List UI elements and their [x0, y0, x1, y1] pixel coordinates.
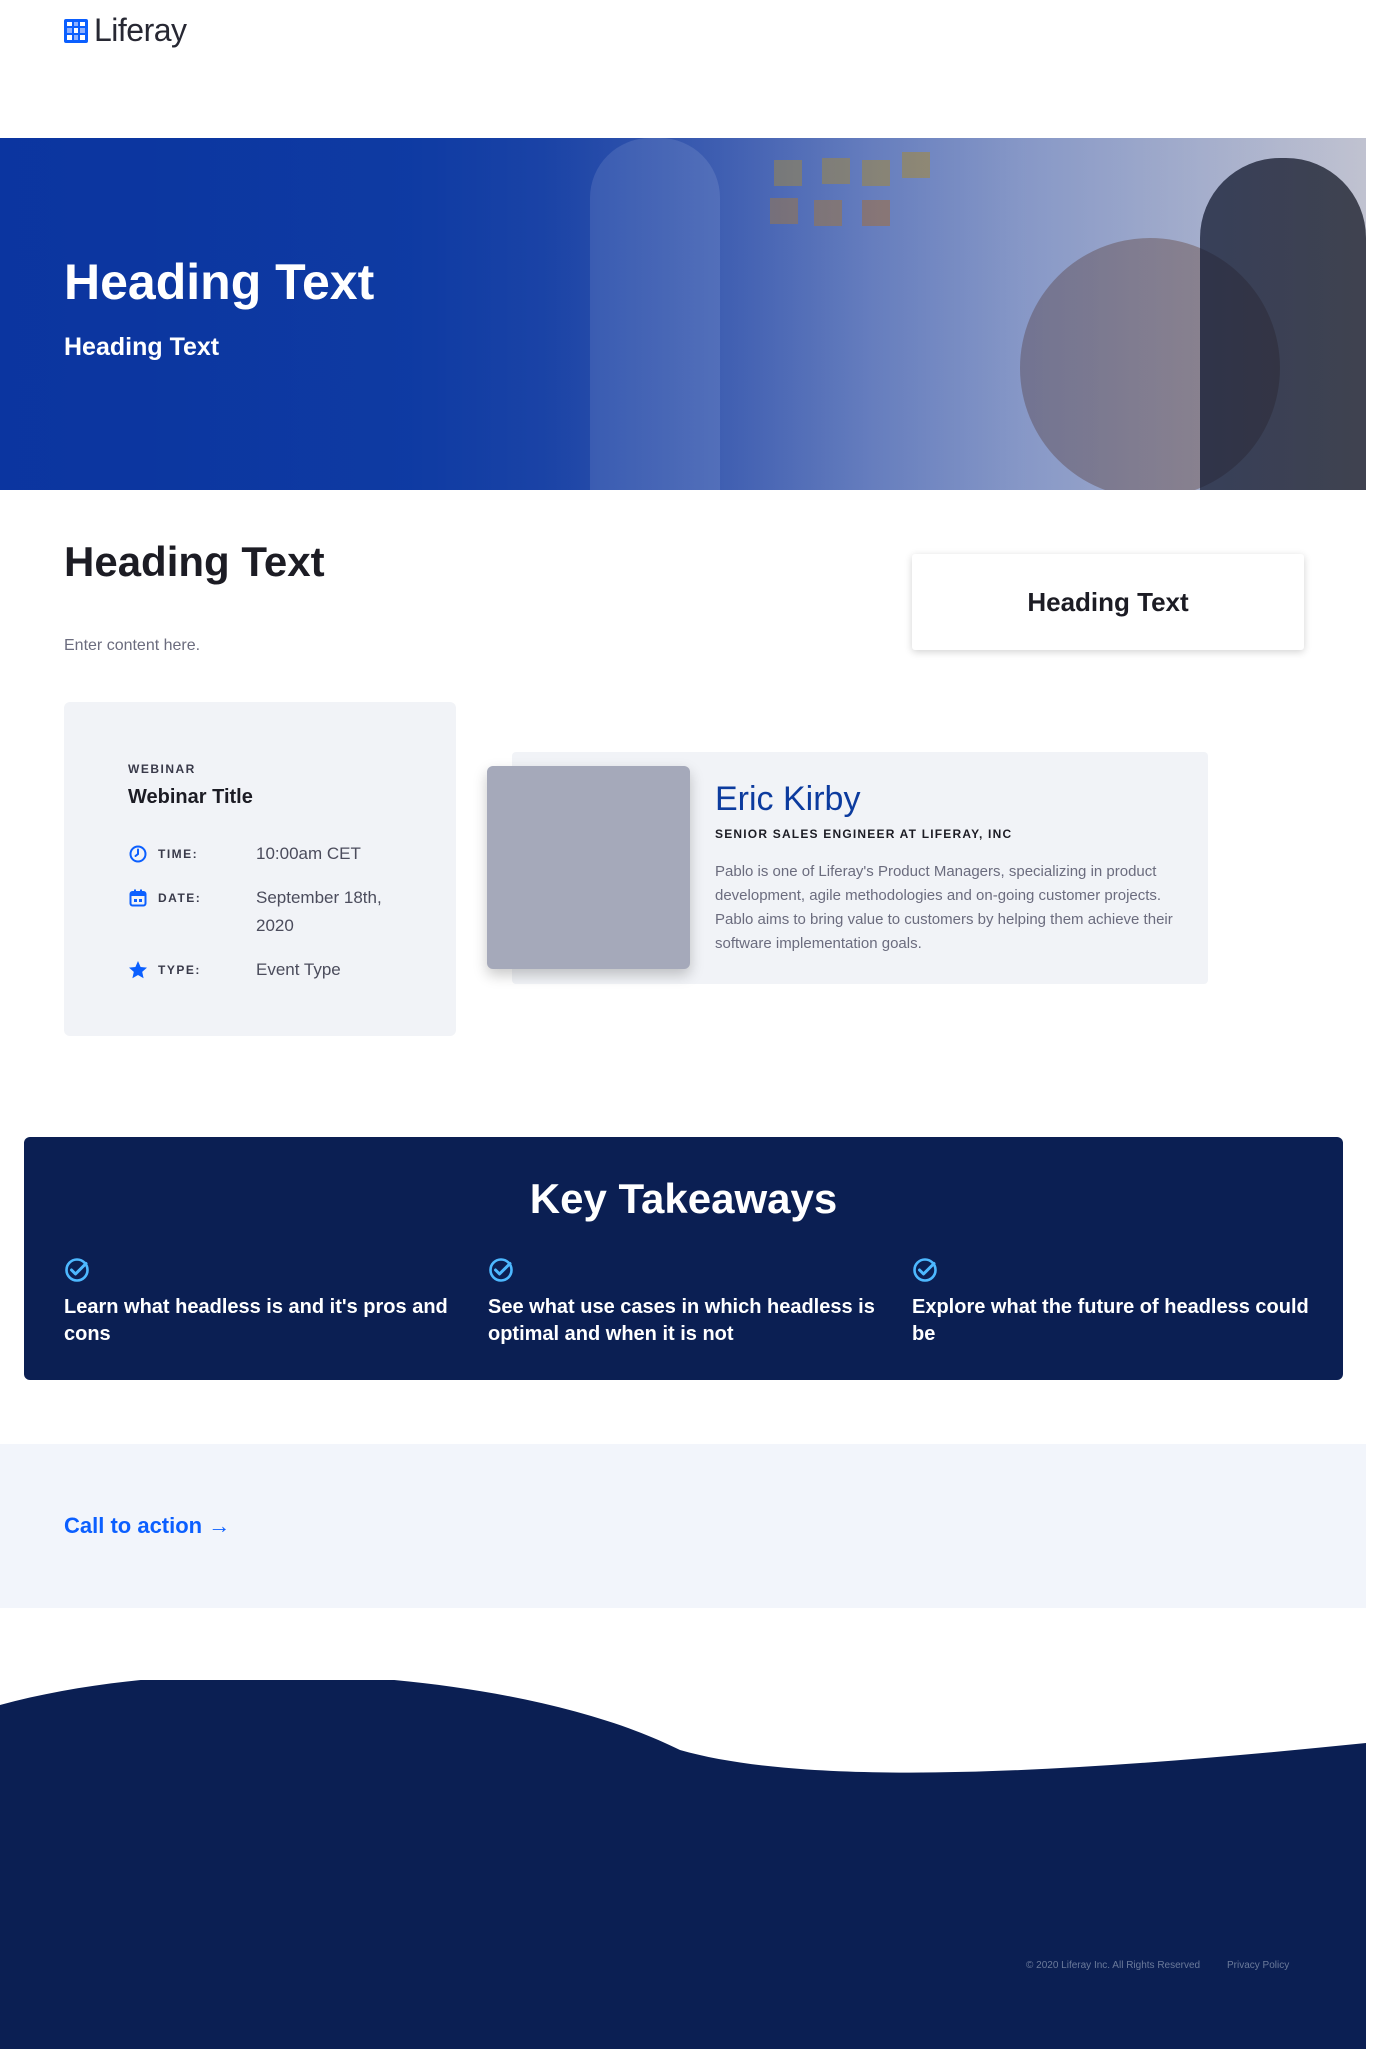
takeaway-text: See what use cases in which headless is …	[488, 1296, 875, 1345]
hero-subtitle: Heading Text	[64, 333, 220, 361]
privacy-policy-link[interactable]: Privacy Policy	[1227, 1960, 1289, 1971]
check-circle-icon	[489, 1258, 513, 1282]
date-label: DATE:	[158, 891, 202, 905]
clock-icon	[128, 844, 148, 864]
speaker-photo	[487, 766, 690, 969]
time-label: TIME:	[158, 847, 199, 861]
footer-copyright: © 2020 Liferay Inc. All Rights Reserved	[1026, 1960, 1201, 1971]
time-value: 10:00am CET	[256, 844, 361, 863]
webinar-date-row: DATE: September 18th, 2020	[128, 888, 428, 940]
webinar-type-row: TYPE: Event Type	[128, 960, 428, 984]
call-to-action-link[interactable]: Call to action →	[64, 1513, 230, 1539]
webinar-kicker: WEBINAR	[128, 762, 196, 776]
speaker-bio: Pablo is one of Liferay's Product Manage…	[715, 863, 1173, 952]
webinar-card: WEBINAR Webinar Title TIME: 10:00am CET …	[64, 702, 456, 1036]
site-header: Liferay	[0, 0, 1382, 138]
key-takeaways-section: Key Takeaways Learn what headless is and…	[24, 1137, 1343, 1380]
speaker-role: SENIOR SALES ENGINEER AT LIFERAY, INC	[715, 827, 1013, 841]
site-footer: © 2020 Liferay Inc. All Rights Reserved …	[0, 1680, 1366, 2049]
liferay-logo-icon	[64, 18, 88, 43]
side-card-heading: Heading Text	[1027, 586, 1189, 617]
takeaway-text: Learn what headless is and it's pros and…	[64, 1296, 448, 1345]
type-value: Event Type	[256, 960, 341, 979]
section-content: Enter content here.	[64, 637, 201, 654]
liferay-logo[interactable]: Liferay	[64, 12, 187, 49]
speaker-name: Eric Kirby	[715, 780, 861, 818]
date-value: September 18th, 2020	[256, 888, 382, 935]
star-icon	[128, 960, 148, 980]
webinar-time-row: TIME: 10:00am CET	[128, 844, 428, 868]
hero-banner: Heading Text Heading Text	[0, 138, 1366, 490]
takeaway-item: Learn what headless is and it's pros and…	[64, 1257, 464, 1348]
takeaway-item: See what use cases in which headless is …	[488, 1257, 888, 1348]
type-label: TYPE:	[158, 963, 201, 977]
takeaway-item: Explore what the future of headless coul…	[912, 1257, 1312, 1348]
logo-text: Liferay	[94, 12, 187, 48]
section-heading: Heading Text	[64, 538, 325, 585]
hero-title: Heading Text	[64, 254, 375, 310]
takeaway-text: Explore what the future of headless coul…	[912, 1296, 1309, 1345]
cta-section: Call to action →	[0, 1444, 1366, 1608]
check-circle-icon	[913, 1258, 937, 1282]
calendar-icon	[128, 888, 148, 908]
side-heading-card: Heading Text	[912, 554, 1304, 650]
hero-background-image	[0, 138, 1366, 490]
check-circle-icon	[65, 1258, 89, 1282]
takeaways-title: Key Takeaways	[529, 1175, 838, 1222]
footer-wave	[0, 1680, 1366, 2049]
webinar-title: Webinar Title	[128, 786, 253, 808]
